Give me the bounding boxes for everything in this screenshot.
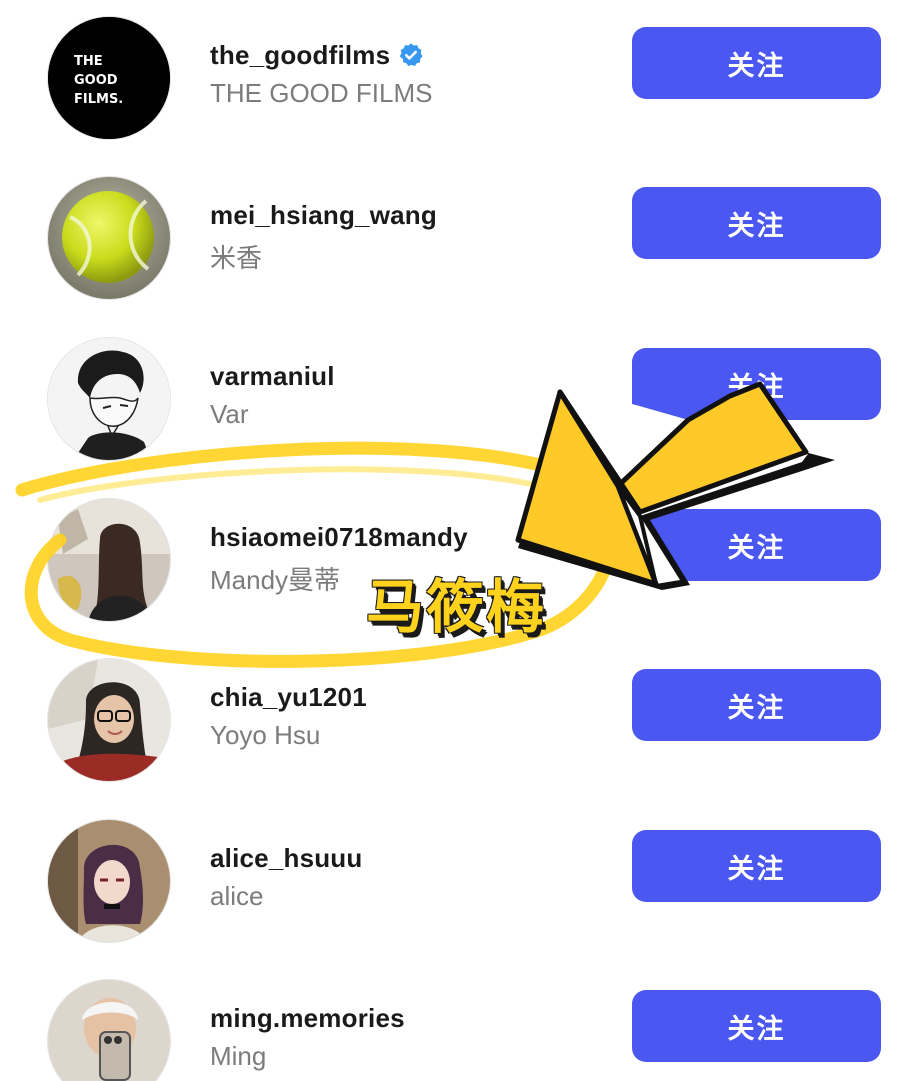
avatar[interactable] <box>47 658 171 782</box>
full-name: Var <box>210 399 249 429</box>
avatar[interactable] <box>47 498 171 622</box>
full-name: 米香 <box>210 243 263 273</box>
mirror-selfie-photo <box>48 980 170 1081</box>
user-row[interactable]: chia_yu1201 Yoyo Hsu 关注 <box>0 642 916 802</box>
username[interactable]: the_goodfilms <box>210 40 424 71</box>
follow-button[interactable]: 关注 <box>632 669 881 741</box>
full-name: Ming <box>210 1041 267 1071</box>
logo-text-line-3: FILMS. <box>74 92 123 107</box>
user-row[interactable]: THE GOOD FILMS. the_goodfilms THE GOOD F… <box>0 0 916 160</box>
user-row[interactable]: ming.memories Ming 关注 <box>0 963 916 1081</box>
verified-badge-icon <box>398 42 424 68</box>
follow-button[interactable]: 关注 <box>632 348 881 420</box>
user-row[interactable]: alice_hsuuu alice 关注 <box>0 803 916 963</box>
full-name: Mandy曼蒂 <box>210 565 341 595</box>
avatar[interactable] <box>47 176 171 300</box>
follow-button[interactable]: 关注 <box>632 187 881 259</box>
user-row[interactable]: varmaniul Var 关注 <box>0 321 916 481</box>
username[interactable]: alice_hsuuu <box>210 843 362 874</box>
the-good-films-logo: THE GOOD FILMS. <box>48 17 170 139</box>
full-name: Yoyo Hsu <box>210 720 321 750</box>
follow-button[interactable]: 关注 <box>632 509 881 581</box>
suggested-users-list: THE GOOD FILMS. the_goodfilms THE GOOD F… <box>0 0 916 1081</box>
avatar[interactable] <box>47 979 171 1081</box>
follow-button[interactable]: 关注 <box>632 990 881 1062</box>
manga-sketch-avatar <box>48 338 170 460</box>
logo-text-line-1: THE <box>74 54 103 69</box>
username-text[interactable]: the_goodfilms <box>210 40 390 70</box>
profile-photo <box>48 659 170 781</box>
logo-text-line-2: GOOD <box>74 73 118 88</box>
username[interactable]: mei_hsiang_wang <box>210 200 437 231</box>
full-name: alice <box>210 881 264 911</box>
follow-button[interactable]: 关注 <box>632 830 881 902</box>
user-row[interactable]: mei_hsiang_wang 米香 关注 <box>0 160 916 320</box>
tennis-ball-photo <box>48 177 170 299</box>
username[interactable]: varmaniul <box>210 361 335 392</box>
follow-button[interactable]: 关注 <box>632 27 881 99</box>
full-name: THE GOOD FILMS <box>210 78 433 108</box>
avatar[interactable] <box>47 337 171 461</box>
username[interactable]: ming.memories <box>210 1003 405 1034</box>
username[interactable]: hsiaomei0718mandy <box>210 522 468 553</box>
username[interactable]: chia_yu1201 <box>210 682 367 713</box>
profile-photo <box>48 499 170 621</box>
avatar[interactable] <box>47 819 171 943</box>
anime-character-avatar <box>48 820 170 942</box>
annotation-label: 马筱梅 <box>366 573 547 641</box>
avatar[interactable]: THE GOOD FILMS. <box>47 16 171 140</box>
